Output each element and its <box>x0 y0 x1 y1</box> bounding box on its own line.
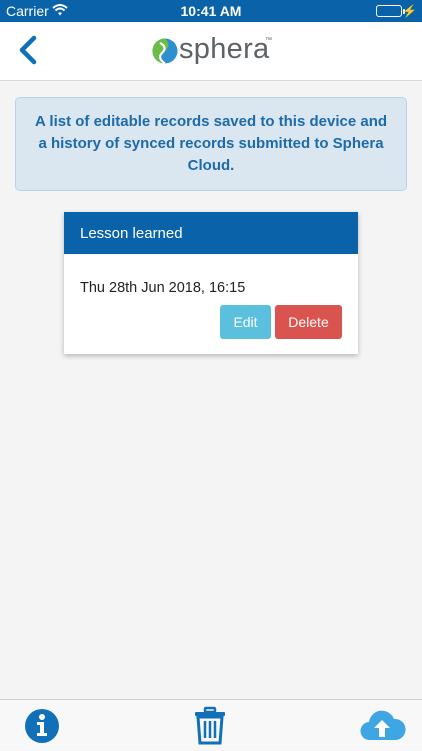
info-button[interactable] <box>23 706 61 746</box>
edit-button[interactable]: Edit <box>220 305 271 339</box>
clear-all-button[interactable] <box>192 706 228 746</box>
info-banner: A list of editable records saved to this… <box>15 97 407 191</box>
info-icon <box>25 709 59 743</box>
bottom-toolbar <box>0 699 422 750</box>
cloud-upload-icon <box>360 710 406 741</box>
record-card: Lesson learned Thu 28th Jun 2018, 16:15 … <box>64 212 358 354</box>
record-title: Lesson learned <box>64 212 358 254</box>
logo-trademark: ™ <box>265 37 272 44</box>
navigation-bar: sphera ™ <box>0 22 422 81</box>
charging-bolt-icon: ⚡ <box>402 4 417 18</box>
clock-time: 10:41 AM <box>180 3 242 19</box>
trash-icon <box>195 706 225 745</box>
back-button[interactable] <box>12 30 46 70</box>
sphera-logo-mark-icon <box>152 38 178 65</box>
delete-button[interactable]: Delete <box>275 305 342 339</box>
battery-icon <box>376 5 402 17</box>
chevron-left-icon <box>19 35 37 65</box>
status-bar: Carrier 10:41 AM ⚡ <box>0 0 422 22</box>
sync-upload-button[interactable] <box>358 706 406 746</box>
record-date: Thu 28th Jun 2018, 16:15 <box>80 280 246 296</box>
logo-wordmark: sphera <box>179 33 270 65</box>
